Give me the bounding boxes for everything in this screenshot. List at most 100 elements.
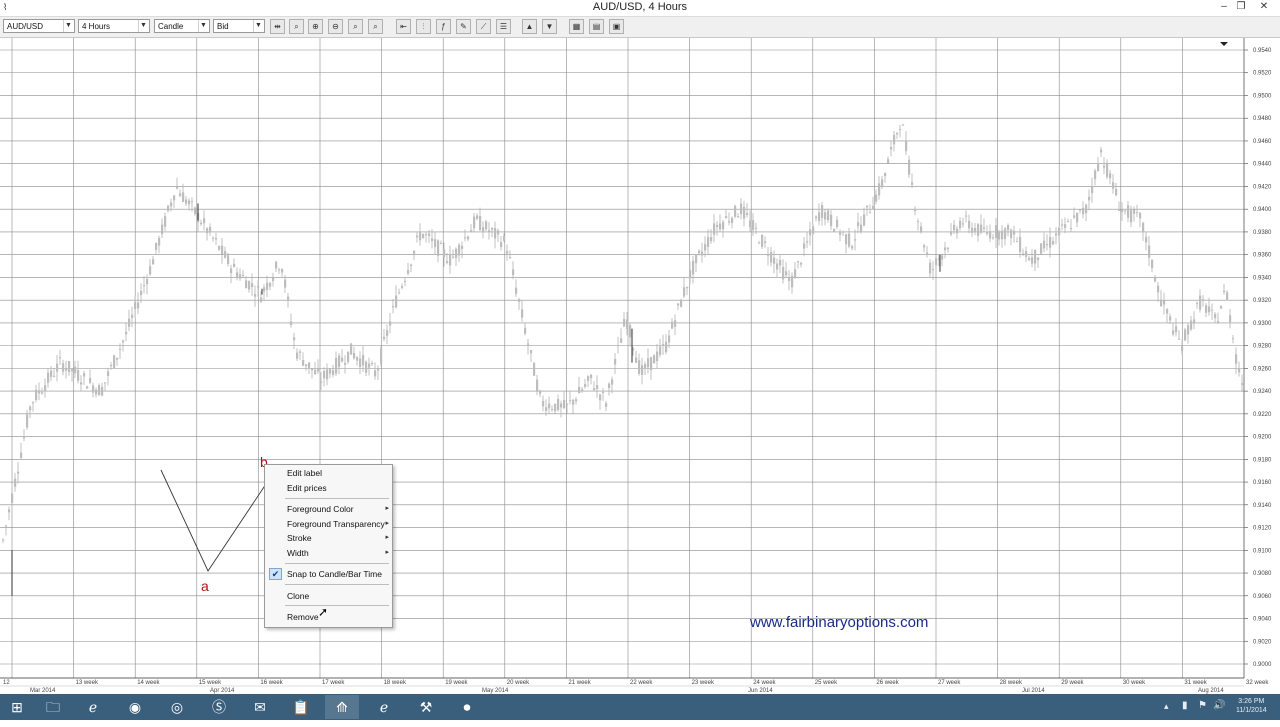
menu-item-clone[interactable]: Clone: [265, 589, 392, 603]
price-side-select[interactable]: Bid ▼: [213, 19, 265, 33]
zoom-in-button[interactable]: ⊕: [308, 19, 323, 34]
clock-time: 3:26 PM: [1238, 698, 1265, 705]
submenu-arrow-icon: ▸: [385, 549, 389, 556]
candle-body: [977, 224, 980, 236]
candle-body: [488, 230, 491, 232]
candle-body: [128, 318, 131, 327]
candle-body: [380, 348, 383, 364]
menu-item-remove[interactable]: Remove: [265, 610, 392, 624]
scroll-left-button[interactable]: ⇤: [396, 19, 411, 34]
candle-body: [803, 243, 806, 249]
drawing-tool-button[interactable]: ✎: [456, 19, 471, 34]
candle-body: [1211, 309, 1214, 311]
candle-body: [1076, 212, 1079, 223]
candle-body: [524, 327, 527, 334]
candle-body: [74, 366, 77, 374]
zoom-button[interactable]: ⌕: [289, 19, 304, 34]
candle-body: [1082, 207, 1085, 215]
taskbar-file-explorer[interactable]: 🗀: [36, 695, 70, 719]
sell-button[interactable]: ▼: [542, 19, 557, 34]
taskbar-trading-app[interactable]: ⟰: [325, 695, 359, 719]
volume-icon[interactable]: 🔊: [1213, 700, 1225, 726]
price-tick-label: 0.9340: [1253, 275, 1272, 281]
taskbar-mail[interactable]: ✉: [243, 695, 277, 719]
candle-body: [620, 338, 623, 343]
candle-body: [710, 237, 713, 242]
candle-body: [998, 231, 1001, 240]
candle-body: [944, 247, 947, 251]
start-icon: ⊞: [11, 699, 23, 715]
template-icon: ▤: [592, 22, 601, 31]
taskbar-firefox[interactable]: ◎: [160, 695, 194, 719]
candle-body: [1205, 305, 1208, 313]
start-button[interactable]: ⊞: [0, 695, 34, 719]
candle-body: [665, 341, 668, 353]
minimize-icon[interactable]: –: [1215, 0, 1233, 14]
candle-body: [911, 182, 914, 185]
candle-body: [1175, 326, 1178, 333]
candle-body: [1148, 245, 1151, 258]
candle-body: [896, 133, 899, 135]
zoom-out-button[interactable]: ⊖: [328, 19, 343, 34]
menu-item-stroke[interactable]: Stroke ▸: [265, 531, 392, 545]
candle-body: [371, 362, 374, 365]
firefox-icon: ◎: [170, 699, 184, 715]
timeframe-select[interactable]: 4 Hours ▼: [78, 19, 150, 33]
price-tick-label: 0.9500: [1253, 93, 1272, 99]
buy-button[interactable]: ▲: [522, 19, 537, 34]
close-icon[interactable]: ✕: [1255, 0, 1273, 14]
properties-button[interactable]: ▣: [609, 19, 624, 34]
menu-item-foreground-transparency[interactable]: Foreground Transparency ▸: [265, 517, 392, 531]
price-chart[interactable]: 0.9540 0.9520 0.9500 0.9480 0.9460 0.9440 0.94…: [0, 38, 1280, 694]
flag-icon[interactable]: ⚑: [1198, 700, 1207, 726]
candle-body: [1226, 292, 1229, 301]
candle-body: [413, 250, 416, 254]
taskbar-ie[interactable]: ℯ: [367, 695, 401, 719]
network-icon[interactable]: ▮: [1182, 700, 1188, 726]
clock[interactable]: 3:26 PM 11/1/2014: [1236, 697, 1267, 723]
line-studies-button[interactable]: ⟋: [476, 19, 491, 34]
candle-body: [836, 219, 839, 228]
candle-body: [1157, 285, 1160, 293]
taskbar-media-player[interactable]: ⏺: [450, 695, 484, 719]
candle-body: [284, 279, 287, 288]
candle-body: [1016, 241, 1019, 243]
candle-body: [950, 231, 953, 235]
grid-button[interactable]: ▦: [569, 19, 584, 34]
menu-item-width[interactable]: Width ▸: [265, 546, 392, 560]
restore-icon[interactable]: ❐: [1232, 0, 1250, 14]
price-tick-label: 0.9440: [1253, 162, 1272, 168]
taskbar-clipboard[interactable]: 📋: [284, 695, 318, 719]
candle-body: [980, 224, 983, 233]
taskbar-skype[interactable]: Ⓢ: [202, 695, 236, 719]
objects-list-button[interactable]: ☰: [496, 19, 511, 34]
fx-indicator-button[interactable]: ƒ: [436, 19, 451, 34]
menu-item-foreground-color[interactable]: Foreground Color ▸: [265, 502, 392, 516]
candle-body: [434, 239, 437, 247]
chart-canvas[interactable]: 0.9540 0.9520 0.9500 0.9480 0.9460 0.9440 0.94…: [0, 38, 1280, 694]
period-separator-button[interactable]: ⫶: [416, 19, 431, 34]
menu-item-snap-to-candle[interactable]: ✔ Snap to Candle/Bar Time: [265, 567, 392, 581]
candle-body: [212, 237, 215, 239]
candle-body: [686, 286, 689, 289]
template-button[interactable]: ▤: [589, 19, 604, 34]
candle-body: [668, 335, 671, 343]
taskbar-tool[interactable]: ⚒: [409, 695, 443, 719]
zoom-fit-button[interactable]: ⌕: [348, 19, 363, 34]
menu-item-edit-prices[interactable]: Edit prices: [265, 481, 392, 495]
chart-type-select[interactable]: Candle ▼: [154, 19, 210, 33]
candle-body: [815, 216, 818, 219]
candle-body: [182, 192, 185, 202]
taskbar-internet-explorer[interactable]: ℯ: [76, 695, 110, 719]
pattern-point-a-label[interactable]: a: [201, 578, 209, 594]
zoom-area-button[interactable]: ⌕: [368, 19, 383, 34]
candle-body: [140, 290, 143, 296]
cursor-tool-button[interactable]: ⇹: [270, 19, 285, 34]
candle-body: [257, 286, 260, 288]
menu-item-edit-label[interactable]: Edit label: [265, 466, 392, 480]
candle-body: [1121, 209, 1124, 212]
taskbar-chrome[interactable]: ◉: [118, 695, 152, 719]
tray-arrow-icon[interactable]: ▴: [1164, 701, 1169, 727]
symbol-select[interactable]: AUD/USD ▼: [3, 19, 75, 33]
scroll-left-icon: ⇤: [400, 22, 407, 31]
